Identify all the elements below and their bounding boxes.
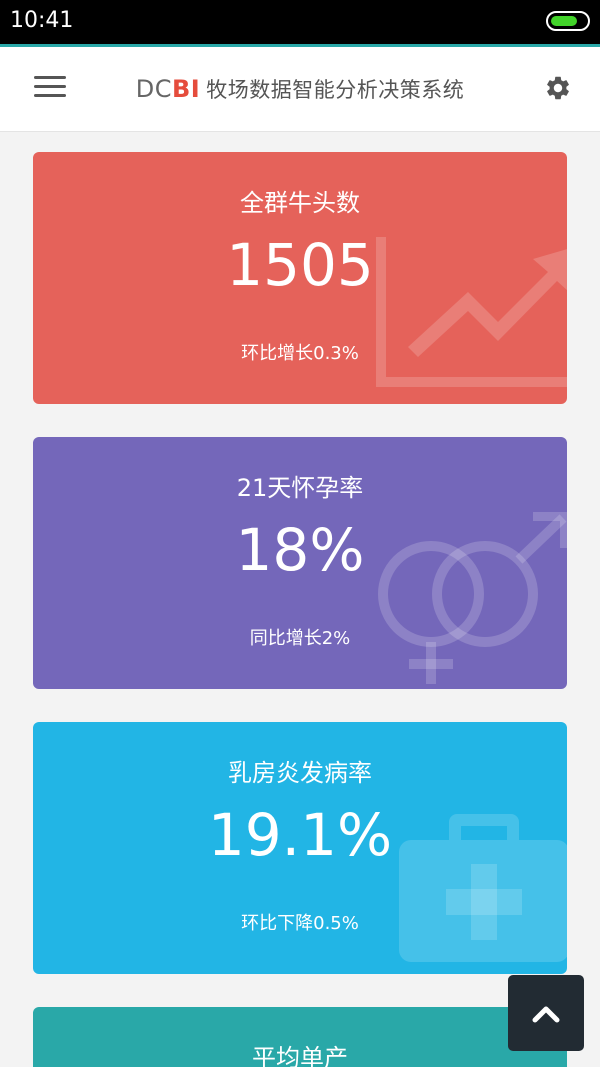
battery-level-fill <box>551 16 577 26</box>
card-value: 18% <box>235 516 365 584</box>
card-value: 1505 <box>226 231 374 299</box>
card-value: 19.1% <box>207 801 393 869</box>
brand-bi: BI <box>172 75 201 103</box>
app-subtitle: 牧场数据智能分析决策系统 <box>206 78 465 102</box>
card-title: 全群牛头数 <box>240 189 360 217</box>
app-header: DCBI 牧场数据智能分析决策系统 <box>0 47 600 132</box>
card-change: 同比增长2% <box>249 628 351 649</box>
card-change: 环比增长0.3% <box>241 343 359 364</box>
card-title: 平均单产 <box>252 1044 348 1067</box>
battery-icon <box>546 11 590 31</box>
card-title: 21天怀孕率 <box>236 474 364 502</box>
card-title: 乳房炎发病率 <box>228 759 372 787</box>
stat-card-pregnancy-rate[interactable]: 21天怀孕率 18% 同比增长2% <box>33 437 567 689</box>
back-to-top-button[interactable] <box>508 975 584 1051</box>
stat-card-herd-count[interactable]: 全群牛头数 1505 环比增长0.3% <box>33 152 567 404</box>
brand-dc: DC <box>135 75 172 103</box>
status-bar: 10:41 <box>0 0 600 44</box>
stat-card-avg-yield[interactable]: 平均单产 <box>33 1007 567 1067</box>
chevron-up-icon <box>532 1006 560 1023</box>
hamburger-menu-icon[interactable] <box>34 74 66 100</box>
stat-card-mastitis-rate[interactable]: 乳房炎发病率 19.1% 环比下降0.5% <box>33 722 567 974</box>
gear-icon[interactable] <box>544 74 572 102</box>
card-change: 环比下降0.5% <box>241 913 359 934</box>
status-time: 10:41 <box>10 8 74 33</box>
app-title: DCBI 牧场数据智能分析决策系统 <box>0 47 600 132</box>
